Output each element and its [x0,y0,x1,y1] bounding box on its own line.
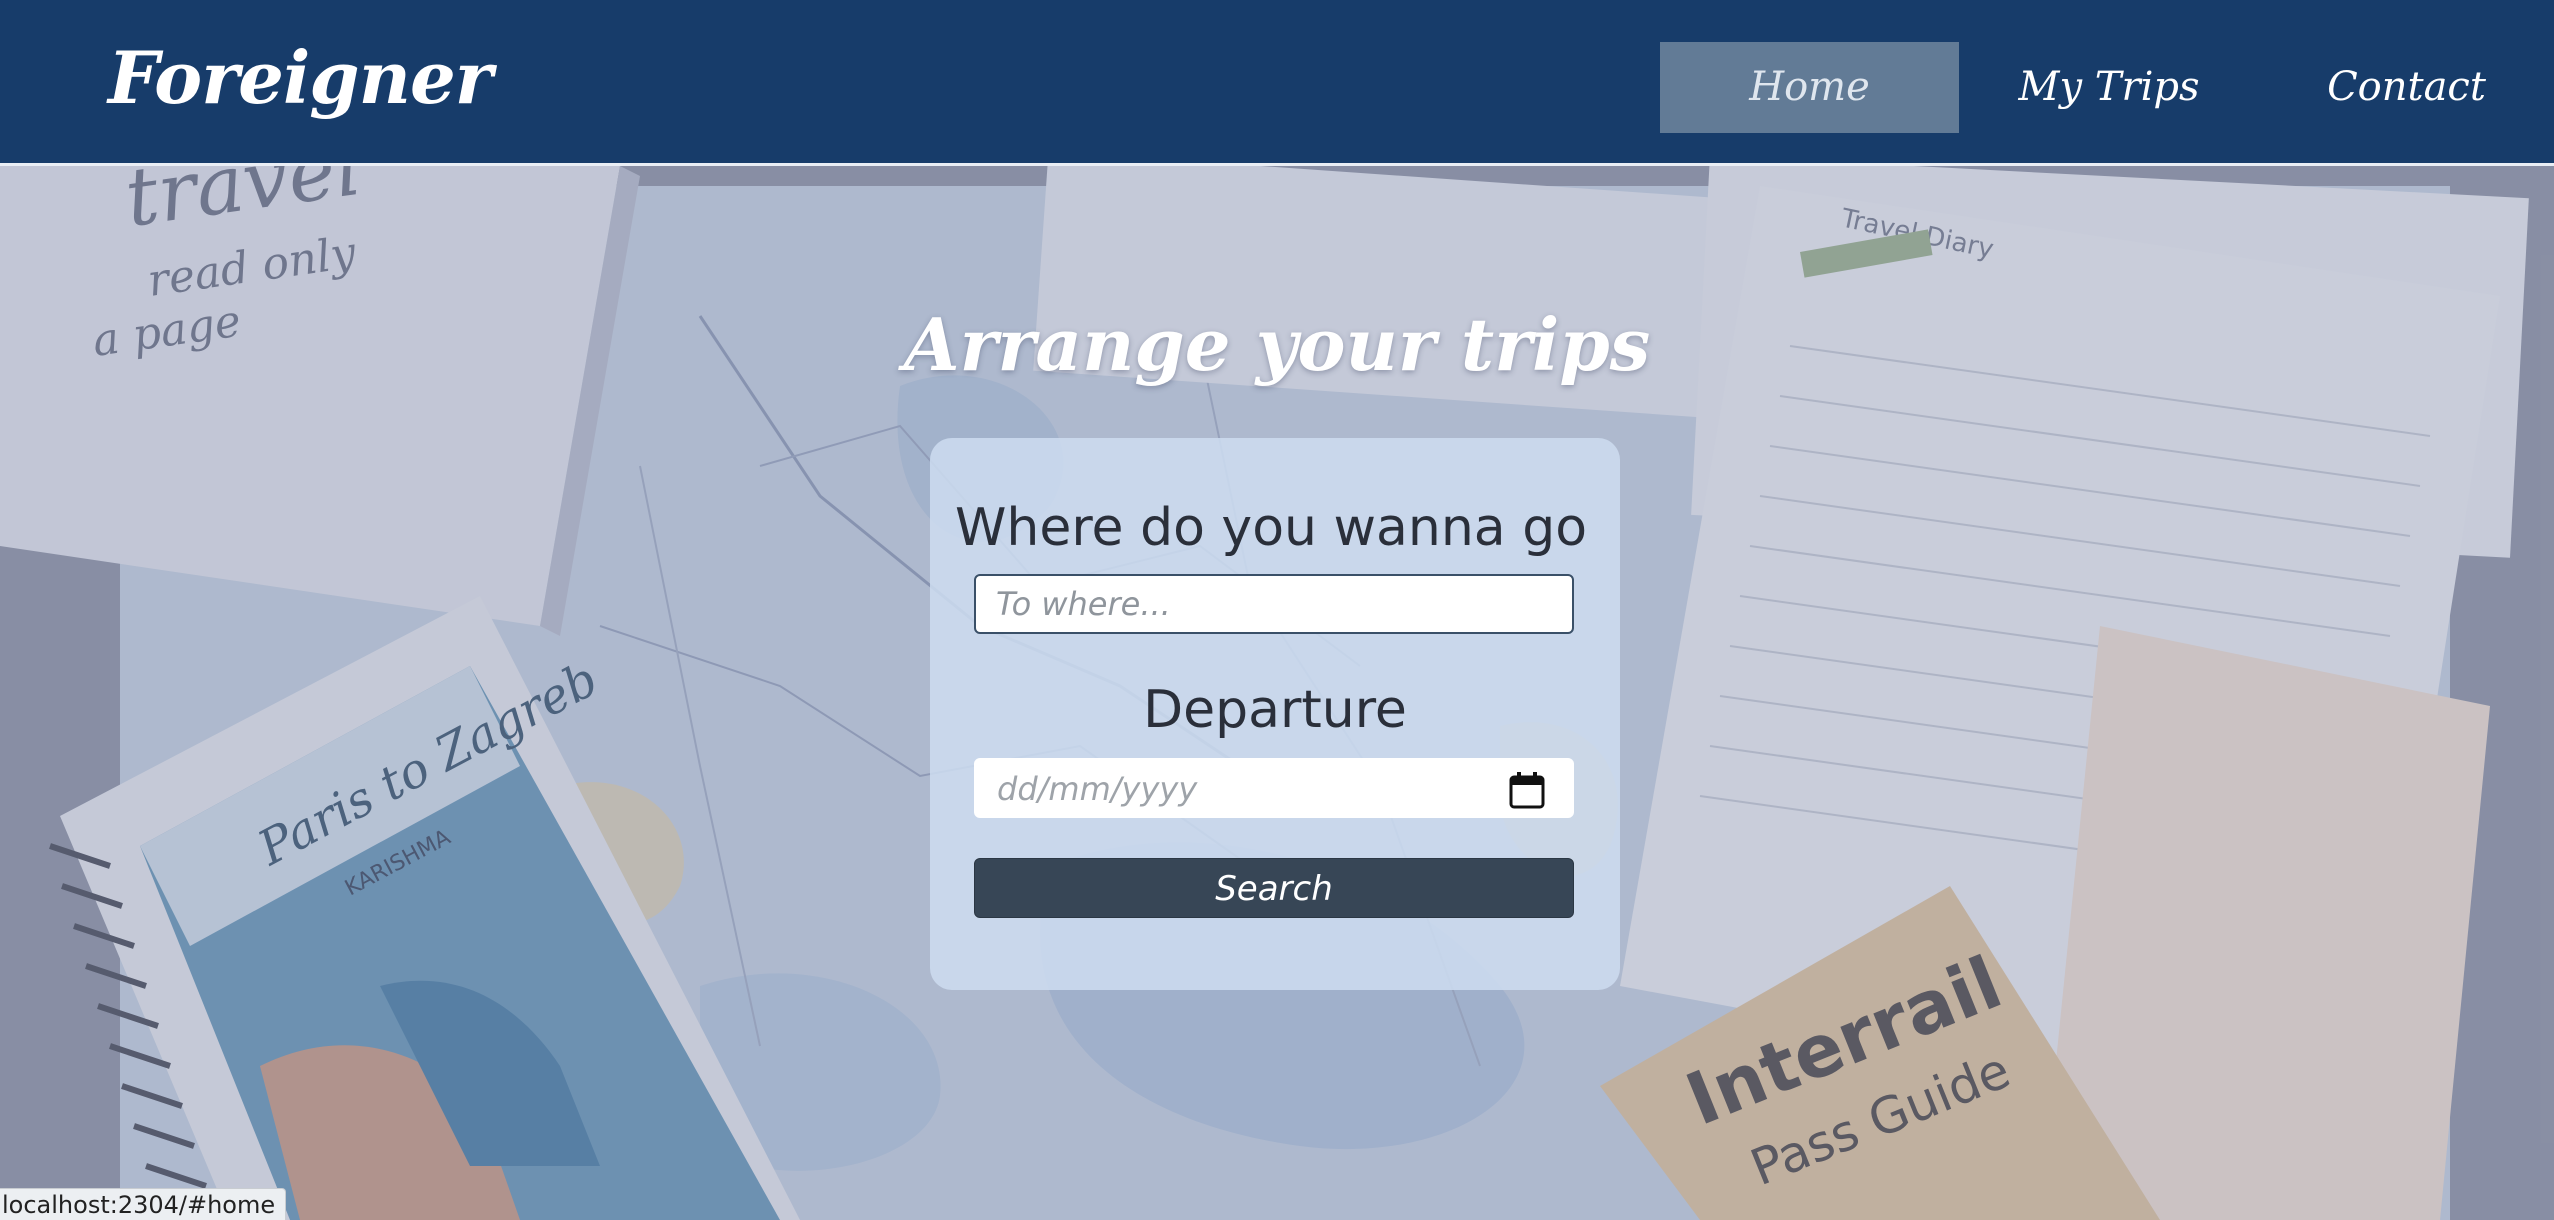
top-navbar: Foreigner Home My Trips Contact [0,0,2554,166]
destination-label: Where do you wanna go [954,498,1588,558]
destination-field [974,574,1574,634]
departure-date-placeholder: dd/mm/yyyy [997,770,1198,808]
trip-search-form: Where do you wanna go Departure dd/mm/yy… [930,438,1620,990]
nav-item-home[interactable]: Home [1660,42,1959,133]
destination-input[interactable] [976,576,1572,632]
departure-label: Departure [1143,680,1407,740]
departure-date-field[interactable]: dd/mm/yyyy [974,758,1574,818]
browser-status-url: localhost:2304/#home [0,1188,287,1220]
brand-logo[interactable]: Foreigner [108,28,493,128]
nav-item-contact[interactable]: Contact [2259,42,2554,133]
calendar-icon[interactable] [1509,771,1545,809]
page-title: Arrange your trips [903,302,1651,387]
nav-item-my-trips[interactable]: My Trips [1959,42,2259,133]
search-button[interactable]: Search [974,858,1574,918]
